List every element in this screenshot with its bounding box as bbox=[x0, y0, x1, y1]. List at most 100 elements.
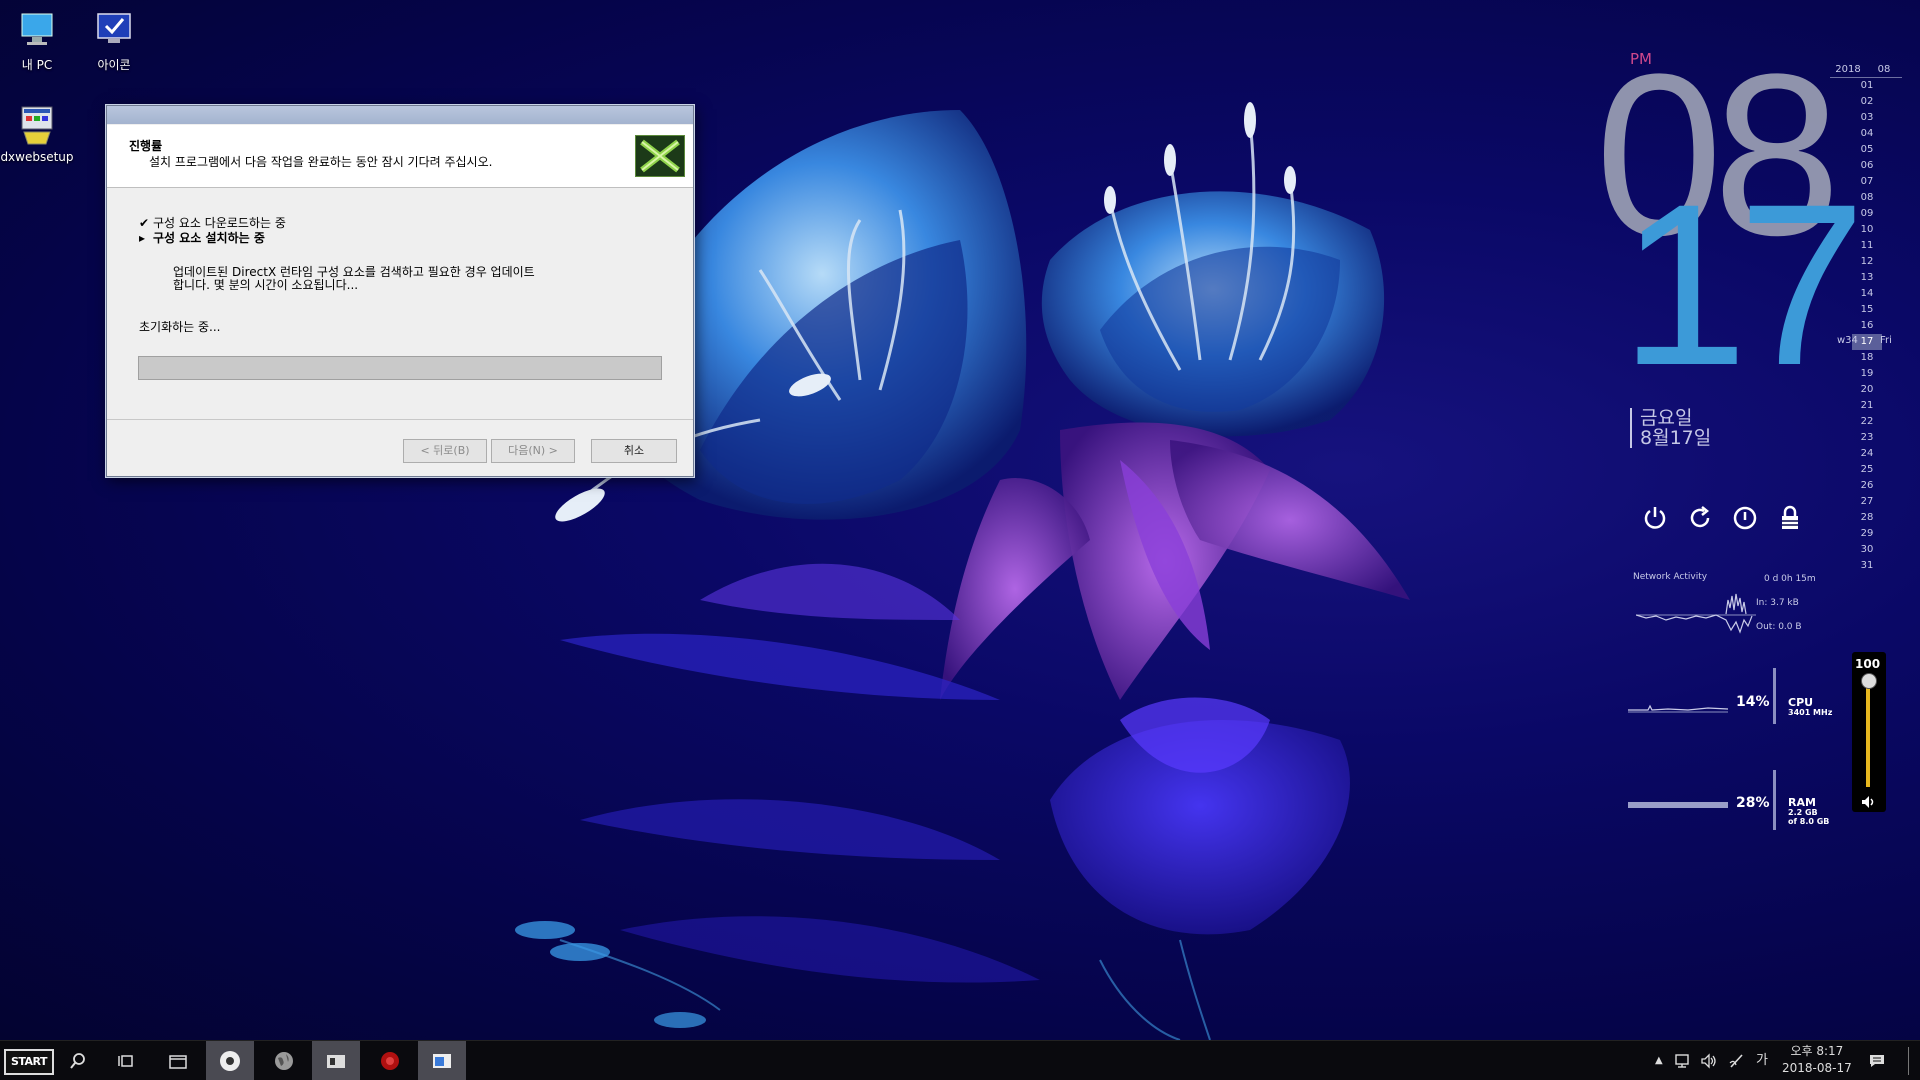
date-label: 8월17일 bbox=[1640, 427, 1712, 449]
restart-icon[interactable] bbox=[1686, 504, 1714, 532]
calendar-day: 07 bbox=[1860, 176, 1874, 187]
computer-icon bbox=[16, 10, 58, 52]
desktop-icon-my-pc[interactable]: 내 PC bbox=[0, 10, 77, 73]
volume-value: 100 bbox=[1855, 657, 1881, 671]
calendar-day: 10 bbox=[1860, 224, 1874, 235]
taskbar: START ▲ 가 오후 8:17 2018-08-17 bbox=[0, 1040, 1920, 1080]
app-circle-icon[interactable] bbox=[206, 1041, 254, 1080]
volume-slider[interactable] bbox=[1866, 677, 1870, 787]
calendar-strip: 2018 08 01 02 03 04 05 06 07 08 09 10 11 12 13 14 15 16… bbox=[1830, 64, 1902, 574]
calendar-day: 12 bbox=[1860, 256, 1874, 267]
volume-tray-icon[interactable] bbox=[1700, 1041, 1718, 1080]
pen-icon[interactable] bbox=[1728, 1041, 1746, 1080]
media-app-icon[interactable] bbox=[366, 1041, 414, 1080]
task-view-icon[interactable] bbox=[102, 1041, 150, 1080]
back-button[interactable]: < 뒤로(B) bbox=[403, 439, 487, 463]
calendar-day: 25 bbox=[1860, 464, 1874, 475]
step-label: 구성 요소 설치하는 중 bbox=[153, 231, 265, 245]
calendar-day: 13 bbox=[1860, 272, 1874, 283]
installer-icon bbox=[16, 104, 58, 146]
calendar-day: 26 bbox=[1860, 480, 1874, 491]
dialog-description: 업데이트된 DirectX 런타임 구성 요소를 검색하고 필요한 경우 업데이… bbox=[173, 266, 603, 292]
network-graph bbox=[1636, 593, 1756, 634]
calendar-day: 29 bbox=[1860, 528, 1874, 539]
calendar-day: 22 bbox=[1860, 416, 1874, 427]
cancel-button[interactable]: 취소 bbox=[591, 439, 677, 463]
desktop-icon-label: 아이콘 bbox=[97, 58, 131, 72]
dialog-header: 진행률 설치 프로그램에서 다음 작업을 완료하는 동안 잠시 기다려 주십시오… bbox=[107, 125, 693, 188]
calendar-day: 23 bbox=[1860, 432, 1874, 443]
volume-fill bbox=[1866, 677, 1870, 787]
network-out: Out: 0.0 B bbox=[1756, 622, 1802, 632]
ram-used: 2.2 GB bbox=[1788, 808, 1818, 817]
calendar-day: 16 bbox=[1860, 320, 1874, 331]
calendar-day: 19 bbox=[1860, 368, 1874, 379]
cpu-label: CPU 3401 MHz bbox=[1788, 697, 1833, 717]
calendar-day: 18 bbox=[1860, 352, 1874, 363]
description-line: 합니다. 몇 분의 시간이 소요됩니다... bbox=[173, 278, 359, 292]
calendar-day: 24 bbox=[1860, 448, 1874, 459]
volume-knob[interactable] bbox=[1861, 673, 1877, 689]
lock-icon[interactable] bbox=[1776, 504, 1804, 532]
calendar-day: 01 bbox=[1860, 80, 1874, 91]
calendar-day: 04 bbox=[1860, 128, 1874, 139]
cpu-divider bbox=[1773, 668, 1776, 724]
ram-divider bbox=[1773, 770, 1776, 830]
folder-app-icon[interactable] bbox=[312, 1041, 360, 1080]
weekday-label: 금요일 bbox=[1640, 407, 1693, 429]
progress-bar bbox=[138, 356, 662, 380]
network-tray-icon[interactable] bbox=[1675, 1041, 1693, 1080]
calendar-header: 2018 08 bbox=[1830, 64, 1902, 78]
arrow-right-icon: ▸ bbox=[139, 231, 146, 245]
calendar-day: 11 bbox=[1860, 240, 1874, 251]
dialog-subheading: 설치 프로그램에서 다음 작업을 완료하는 동안 잠시 기다려 주십시오. bbox=[149, 155, 493, 169]
chevron-up-icon[interactable]: ▲ bbox=[1655, 1041, 1663, 1080]
window-app-icon[interactable] bbox=[418, 1041, 466, 1080]
desktop-icon-dxwebsetup[interactable]: dxwebsetup bbox=[0, 104, 77, 164]
calendar-month: 08 bbox=[1877, 64, 1891, 75]
desktop-icon-label: dxwebsetup bbox=[0, 150, 74, 164]
monitor-check-icon bbox=[93, 10, 135, 52]
notification-icon[interactable] bbox=[1868, 1041, 1886, 1080]
step-install: ▸ 구성 요소 설치하는 중 bbox=[139, 229, 265, 246]
network-title: Network Activity bbox=[1633, 572, 1708, 582]
ram-total: of 8.0 GB bbox=[1788, 817, 1830, 826]
globe-icon[interactable] bbox=[260, 1041, 308, 1080]
file-explorer-icon[interactable] bbox=[154, 1041, 202, 1080]
speaker-icon[interactable] bbox=[1860, 794, 1876, 814]
cpu-freq: 3401 MHz bbox=[1788, 708, 1833, 717]
calendar-day: 28 bbox=[1860, 512, 1874, 523]
taskbar-clock[interactable]: 오후 8:17 2018-08-17 bbox=[1782, 1043, 1852, 1077]
ram-percent: 28% bbox=[1736, 795, 1770, 811]
calendar-day: 06 bbox=[1860, 160, 1874, 171]
directx-logo-icon bbox=[635, 135, 685, 177]
logoff-icon[interactable] bbox=[1731, 504, 1759, 532]
ram-label: RAM 2.2 GB of 8.0 GB bbox=[1788, 797, 1830, 826]
cpu-graph bbox=[1628, 704, 1728, 713]
dialog-heading: 진행률 bbox=[129, 139, 163, 153]
taskbar-date: 2018-08-17 bbox=[1782, 1061, 1852, 1075]
calendar-year: 2018 bbox=[1835, 64, 1861, 75]
calendar-day: 14 bbox=[1860, 288, 1874, 299]
dialog-title-bar[interactable] bbox=[107, 106, 693, 124]
desktop-icon-label: 내 PC bbox=[21, 58, 53, 72]
next-button[interactable]: 다음(N) > bbox=[491, 439, 575, 463]
start-button[interactable]: START bbox=[4, 1049, 54, 1075]
date-box: 금요일 8월17일 bbox=[1630, 408, 1711, 448]
step-label: 구성 요소 다운로드하는 중 bbox=[153, 216, 286, 230]
show-desktop-button[interactable] bbox=[1908, 1047, 1909, 1075]
desktop-icon-icons[interactable]: 아이콘 bbox=[74, 10, 154, 73]
today-weekday-label: Fri bbox=[1880, 335, 1892, 346]
calendar-day: 30 bbox=[1860, 544, 1874, 555]
calendar-day: 02 bbox=[1860, 96, 1874, 107]
calendar-day: 03 bbox=[1860, 112, 1874, 123]
calendar-day: 27 bbox=[1860, 496, 1874, 507]
power-icon[interactable] bbox=[1641, 504, 1669, 532]
calendar-day: 21 bbox=[1860, 400, 1874, 411]
ime-indicator[interactable]: 가 bbox=[1756, 1041, 1768, 1080]
calendar-day: 20 bbox=[1860, 384, 1874, 395]
network-in: In: 3.7 kB bbox=[1756, 598, 1799, 608]
search-icon[interactable] bbox=[54, 1041, 102, 1080]
week-label: w34 bbox=[1837, 335, 1858, 346]
calendar-day: 15 bbox=[1860, 304, 1874, 315]
